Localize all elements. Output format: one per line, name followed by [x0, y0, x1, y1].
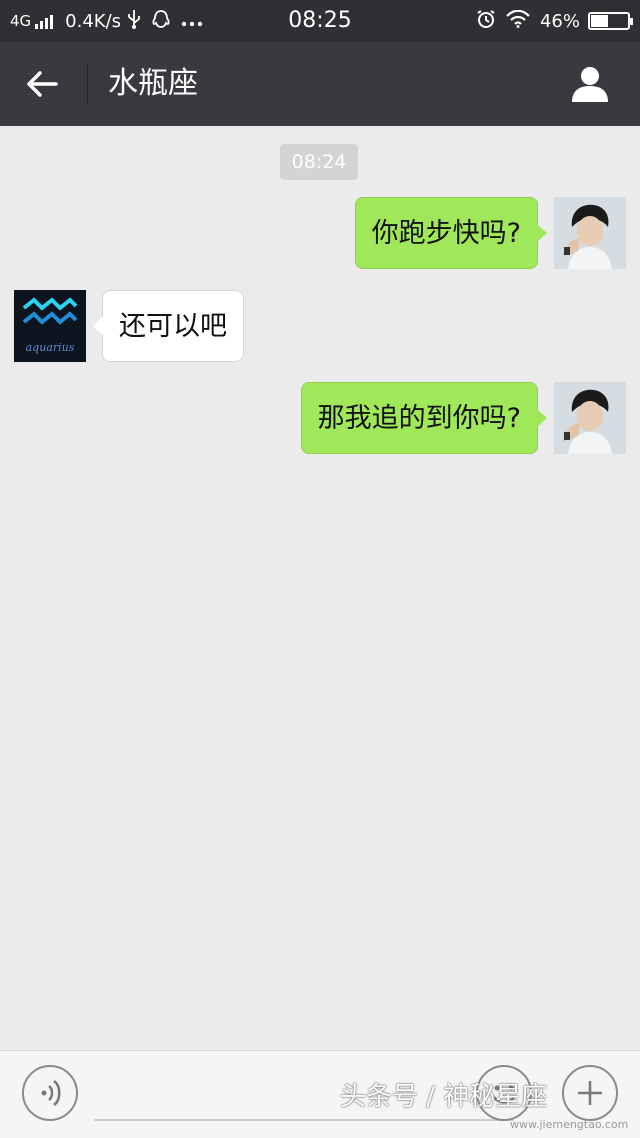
- message-bubble-incoming[interactable]: 还可以吧: [93, 290, 244, 362]
- alarm-icon: [476, 9, 496, 34]
- status-right: 46%: [476, 0, 633, 42]
- header-divider: [87, 64, 88, 104]
- battery-icon: [588, 12, 633, 30]
- message-bubble-outgoing[interactable]: 那我追的到你吗?: [300, 382, 548, 454]
- status-bar: 4G 0.4K/s 08:25 46%: [0, 0, 640, 42]
- my-avatar[interactable]: [554, 197, 626, 269]
- watermark-text: 头条号 / 神秘星座: [340, 1082, 548, 1112]
- watermark-url: www.jiemengtao.com: [510, 1118, 629, 1131]
- message-input[interactable]: [94, 1119, 514, 1121]
- plus-icon[interactable]: [562, 1065, 618, 1121]
- person-icon[interactable]: [570, 64, 610, 104]
- my-avatar[interactable]: [554, 382, 626, 454]
- wifi-icon: [506, 9, 530, 33]
- battery-percent: 46%: [539, 10, 580, 32]
- chat-header: 水瓶座: [0, 42, 640, 126]
- avatar-label: aquarius: [26, 341, 75, 354]
- message-timestamp: 08:24: [280, 144, 358, 180]
- page-title: 水瓶座: [108, 66, 198, 101]
- back-arrow-icon[interactable]: [22, 64, 62, 104]
- message-bubble-outgoing[interactable]: 你跑步快吗?: [354, 197, 548, 269]
- contact-avatar[interactable]: aquarius: [14, 290, 86, 362]
- voice-icon[interactable]: [22, 1065, 78, 1121]
